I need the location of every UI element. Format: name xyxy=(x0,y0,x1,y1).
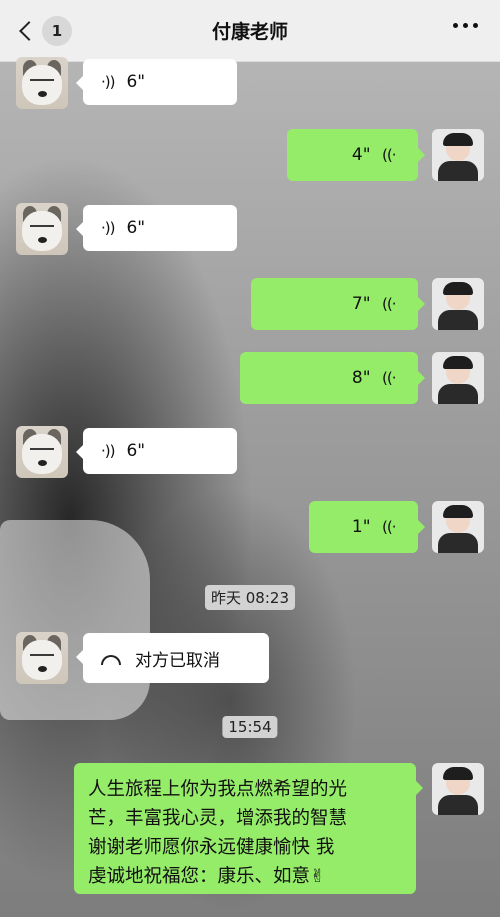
contact-avatar[interactable] xyxy=(16,203,68,255)
voice-message[interactable]: 7" ·)) xyxy=(251,278,425,330)
voice-duration: 6" xyxy=(126,218,146,238)
voice-duration: 7" xyxy=(351,294,371,314)
more-dots-icon xyxy=(463,23,468,28)
more-dots-icon xyxy=(473,23,478,28)
chat-header: 1 付康老师 xyxy=(0,0,500,62)
victory-hand-emoji: ✌ xyxy=(310,866,326,887)
contact-avatar[interactable] xyxy=(16,632,68,684)
voice-duration: 8" xyxy=(351,368,371,388)
voice-duration: 6" xyxy=(126,441,146,461)
my-avatar[interactable] xyxy=(432,501,484,553)
voice-wave-icon: ·)) xyxy=(101,73,116,91)
voice-wave-icon: ·)) xyxy=(382,518,396,536)
voice-message[interactable]: 1" ·)) xyxy=(309,501,425,553)
message-line: 芒，丰富我心灵，增添我的智慧 xyxy=(88,808,348,829)
message-line: 人生旅程上你为我点燃希望的光 xyxy=(88,779,348,800)
voice-message[interactable]: ·)) 6" xyxy=(76,205,237,251)
phone-hangup-icon xyxy=(101,655,121,665)
more-button[interactable] xyxy=(453,23,478,28)
voice-message[interactable]: ·)) 6" xyxy=(76,428,237,474)
my-avatar[interactable] xyxy=(432,763,484,815)
chat-title: 付康老师 xyxy=(211,21,288,43)
chevron-left-icon xyxy=(19,21,39,41)
voice-duration: 1" xyxy=(351,517,371,537)
voice-duration: 6" xyxy=(126,72,146,92)
contact-avatar[interactable] xyxy=(16,57,68,109)
more-dots-icon xyxy=(453,23,458,28)
voice-wave-icon: ·)) xyxy=(382,295,396,313)
voice-message[interactable]: ·)) 6" xyxy=(76,59,237,105)
call-status-text: 对方已取消 xyxy=(135,650,220,671)
message-line: 谢谢老师愿你永远健康愉快 我 xyxy=(88,837,335,858)
timestamp: 昨天 08:23 xyxy=(205,585,295,610)
voice-message[interactable]: 8" ·)) xyxy=(240,352,425,404)
voice-wave-icon: ·)) xyxy=(101,442,116,460)
my-avatar[interactable] xyxy=(432,278,484,330)
call-cancelled-message[interactable]: 对方已取消 xyxy=(76,633,269,683)
voice-wave-icon: ·)) xyxy=(382,369,396,387)
voice-message[interactable]: 4" ·)) xyxy=(287,129,425,181)
voice-wave-icon: ·)) xyxy=(382,146,396,164)
unread-count-badge: 1 xyxy=(42,16,72,46)
chat-background-detail xyxy=(0,520,150,720)
voice-wave-icon: ·)) xyxy=(101,219,116,237)
back-button[interactable]: 1 xyxy=(18,16,72,46)
text-message[interactable]: 人生旅程上你为我点燃希望的光 芒，丰富我心灵，增添我的智慧 谢谢老师愿你永远健康… xyxy=(74,763,423,894)
contact-avatar[interactable] xyxy=(16,426,68,478)
voice-duration: 4" xyxy=(351,145,371,165)
my-avatar[interactable] xyxy=(432,129,484,181)
message-line: 虔诚地祝福您：康乐、如意 xyxy=(88,866,311,887)
my-avatar[interactable] xyxy=(432,352,484,404)
timestamp: 15:54 xyxy=(222,716,278,738)
